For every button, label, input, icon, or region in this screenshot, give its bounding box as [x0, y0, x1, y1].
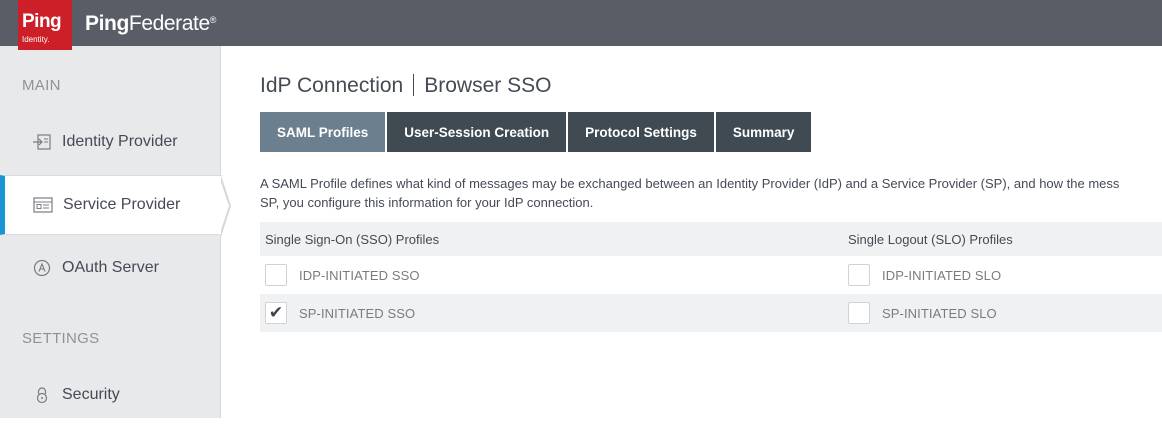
sidebar-item-security[interactable]: Security [0, 365, 221, 425]
app-name: PingFederate® [85, 12, 216, 36]
ping-identity-logo[interactable]: Ping Identity. [18, 0, 72, 50]
sp-initiated-slo-option[interactable]: SP-INITIATED SLO [848, 294, 997, 332]
sidebar-item-label: OAuth Server [62, 259, 159, 276]
checkmark-icon: ✔ [268, 303, 284, 322]
sp-initiated-slo-checkbox[interactable] [848, 302, 870, 324]
sidebar: MAIN Identity Provider Service Provider … [0, 46, 222, 418]
slo-profiles-header: Single Logout (SLO) Profiles [848, 231, 1013, 247]
sidebar-item-label: Service Provider [63, 196, 181, 213]
app-name-bold: Ping [85, 12, 129, 35]
sidebar-section-settings: SETTINGS [22, 330, 100, 347]
sp-initiated-sso-option[interactable]: ✔ SP-INITIATED SSO [265, 294, 415, 332]
lock-icon [32, 385, 52, 405]
tab-user-session-creation[interactable]: User-Session Creation [387, 112, 569, 152]
idp-initiated-sso-label: IDP-INITIATED SSO [299, 267, 420, 283]
tab-protocol-settings[interactable]: Protocol Settings [568, 112, 716, 152]
description: A SAML Profile defines what kind of mess… [260, 174, 1162, 212]
logo-ping-text: Ping [22, 11, 62, 32]
service-provider-icon [33, 195, 53, 215]
sp-initiated-sso-checkbox[interactable]: ✔ [265, 302, 287, 324]
tab-saml-profiles[interactable]: SAML Profiles [260, 112, 388, 152]
idp-initiated-slo-option[interactable]: IDP-INITIATED SLO [848, 256, 1001, 294]
sp-initiated-slo-label: SP-INITIATED SLO [882, 305, 997, 321]
table-row: ✔ SP-INITIATED SSO SP-INITIATED SLO [260, 294, 1162, 332]
page-title: IdP Connection Browser SSO [260, 74, 551, 98]
page-title-section: Browser SSO [424, 74, 552, 97]
logo-identity-text: Identity. [22, 35, 50, 44]
table-row: IDP-INITIATED SSO IDP-INITIATED SLO [260, 256, 1162, 294]
page-title-connection: IdP Connection [260, 74, 404, 97]
idp-initiated-sso-option[interactable]: IDP-INITIATED SSO [265, 256, 420, 294]
tab-summary[interactable]: Summary [715, 112, 814, 152]
identity-provider-icon [32, 132, 52, 152]
table-header: Single Sign-On (SSO) Profiles Single Log… [260, 222, 1162, 256]
sidebar-item-label: Identity Provider [62, 133, 178, 150]
app-name-rest: Federate [128, 12, 210, 35]
wizard-tabs: SAML Profiles User-Session Creation Prot… [260, 112, 814, 152]
oauth-icon [32, 258, 52, 278]
sso-profiles-header: Single Sign-On (SSO) Profiles [265, 231, 440, 247]
idp-initiated-slo-checkbox[interactable] [848, 264, 870, 286]
description-line-2: SP, you configure this information for y… [260, 195, 594, 210]
sidebar-item-service-provider[interactable]: Service Provider [0, 175, 222, 235]
title-separator [413, 74, 415, 96]
active-item-pointer [219, 176, 229, 236]
sidebar-item-label: Security [62, 386, 120, 403]
sidebar-section-main: MAIN [22, 77, 61, 94]
idp-initiated-slo-label: IDP-INITIATED SLO [882, 267, 1002, 283]
sp-initiated-sso-label: SP-INITIATED SSO [299, 305, 416, 321]
trademark-symbol: ® [209, 15, 217, 25]
idp-initiated-sso-checkbox[interactable] [265, 264, 287, 286]
sidebar-item-identity-provider[interactable]: Identity Provider [0, 112, 221, 172]
sidebar-item-oauth-server[interactable]: OAuth Server [0, 238, 221, 298]
description-line-1: A SAML Profile defines what kind of mess… [260, 176, 1120, 191]
